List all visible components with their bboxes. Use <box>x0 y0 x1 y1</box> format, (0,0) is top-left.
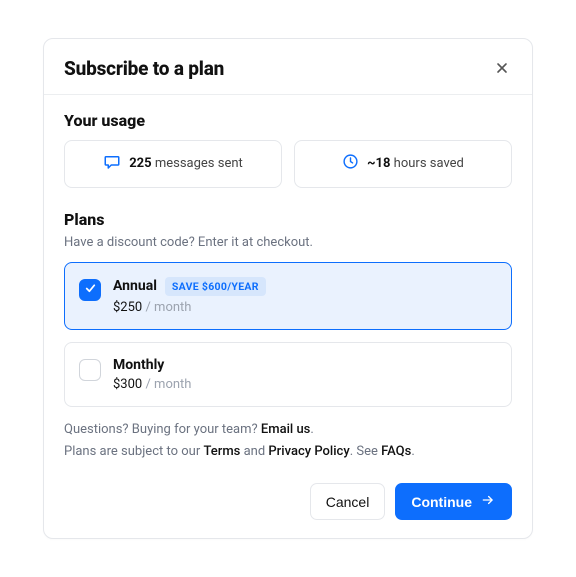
arrow-right-icon <box>480 493 496 510</box>
plan-name: Monthly <box>113 357 164 373</box>
email-us-link[interactable]: Email us <box>261 422 310 437</box>
plan-price-amount: $250 <box>113 300 142 315</box>
usage-card-messages: 225 messages sent <box>64 140 282 188</box>
modal-header: Subscribe to a plan <box>44 39 532 95</box>
plan-option-monthly[interactable]: Monthly $300 / month <box>64 342 512 407</box>
privacy-link[interactable]: Privacy Policy <box>268 444 349 459</box>
footnote-text: Plans are subject to our <box>64 444 203 459</box>
footnote-text: . <box>411 444 414 459</box>
plan-price-per: / month <box>142 377 191 392</box>
usage-row: 225 messages sent ~18 hours saved <box>64 140 512 188</box>
plans-subtitle: Have a discount code? Enter it at checko… <box>64 235 512 250</box>
usage-value: 225 <box>129 156 151 171</box>
usage-card-hours: ~18 hours saved <box>294 140 512 188</box>
plan-price: $250 / month <box>113 300 266 315</box>
check-icon <box>84 280 97 299</box>
plan-price-amount: $300 <box>113 377 142 392</box>
clock-icon <box>342 153 359 174</box>
subscribe-modal: Subscribe to a plan Your usage 225 messa… <box>43 38 533 539</box>
continue-button[interactable]: Continue <box>395 483 512 520</box>
footnote-text: and <box>240 444 268 459</box>
continue-label: Continue <box>411 494 472 510</box>
footnote-text: . See <box>350 444 381 459</box>
faqs-link[interactable]: FAQs <box>381 444 411 459</box>
plan-main: Monthly $300 / month <box>113 357 191 392</box>
terms-link[interactable]: Terms <box>203 444 240 459</box>
footnotes: Questions? Buying for your team? Email u… <box>64 419 512 463</box>
cancel-button[interactable]: Cancel <box>310 483 386 520</box>
plans-title: Plans <box>64 210 512 229</box>
plan-price: $300 / month <box>113 377 191 392</box>
plan-main: Annual SAVE $600/YEAR $250 / month <box>113 277 266 315</box>
close-button[interactable] <box>492 58 512 78</box>
usage-title: Your usage <box>64 111 512 130</box>
usage-label: messages sent <box>155 156 243 171</box>
plan-price-per: / month <box>142 300 191 315</box>
footnote-text: Questions? Buying for your team? <box>64 422 261 437</box>
chat-icon <box>103 153 121 175</box>
modal-body: Your usage 225 messages sent ~18 hours s… <box>44 95 532 469</box>
plan-name: Annual <box>113 278 157 294</box>
plan-checkbox[interactable] <box>79 279 101 301</box>
plan-checkbox[interactable] <box>79 359 101 381</box>
close-icon <box>496 62 508 77</box>
usage-label: hours saved <box>394 156 464 171</box>
footnote-text: . <box>310 422 313 437</box>
modal-footer: Cancel Continue <box>44 469 532 538</box>
plan-option-annual[interactable]: Annual SAVE $600/YEAR $250 / month <box>64 262 512 330</box>
modal-title: Subscribe to a plan <box>64 57 224 80</box>
usage-value: ~18 <box>367 156 390 171</box>
plan-badge: SAVE $600/YEAR <box>165 277 266 296</box>
